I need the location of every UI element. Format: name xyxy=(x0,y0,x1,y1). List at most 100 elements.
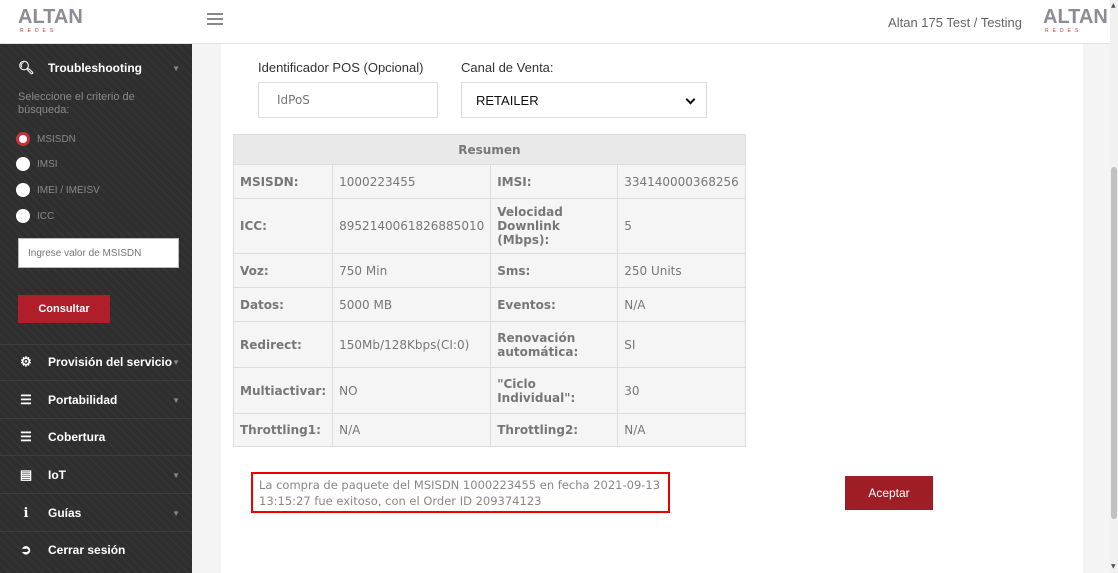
summary-table: Resumen MSISDN: 1000223455 IMSI: 3341400… xyxy=(232,134,746,447)
table-cell-key: Voz: xyxy=(232,253,334,288)
chevron-down-icon: ▼ xyxy=(172,357,180,367)
table-cell-value: N/A xyxy=(617,287,746,322)
sidebar-divider xyxy=(0,531,192,532)
page-scrollbar[interactable]: ▲ ▼ xyxy=(1110,0,1118,573)
logo-text-right: ALTAN xyxy=(1043,6,1108,28)
scrollbar-thumb[interactable] xyxy=(1111,167,1117,519)
altan-logo-right: ALTAN REDES xyxy=(1043,6,1108,38)
pos-label: Identificador POS (Opcional) xyxy=(258,60,424,75)
table-cell-value: 30 xyxy=(617,367,746,414)
search-icon: 🔍︎ xyxy=(18,60,35,75)
sidebar-item-portabilidad[interactable]: ☰ Portabilidad ▼ xyxy=(0,385,192,415)
sidebar-item-label: Guías xyxy=(48,506,82,520)
app-window: ALTAN REDES Altan 175 Test / Testing ALT… xyxy=(0,0,1118,573)
table-cell-value: 750 Min xyxy=(332,253,492,288)
table-cell-key: Redirect: xyxy=(232,321,334,368)
chevron-down-icon xyxy=(685,94,696,105)
table-cell-value: 150Mb/128Kbps(CI:0) xyxy=(332,321,492,368)
table-cell-key: Velocidad Downlink (Mbps): xyxy=(490,198,619,254)
logout-icon: ➲ xyxy=(20,542,32,557)
main-panel: Identificador POS (Opcional) Canal de Ve… xyxy=(221,44,1083,573)
scroll-up-icon[interactable]: ▲ xyxy=(1111,2,1116,9)
table-cell-value: 250 Units xyxy=(617,253,746,288)
radio-icon xyxy=(16,209,30,223)
radio-label: IMSI xyxy=(37,158,58,170)
table-cell-value: 1000223455 xyxy=(332,164,492,199)
radio-label: MSISDN xyxy=(37,133,76,145)
logo-subtext: REDES xyxy=(20,28,58,34)
table-cell-key: Sms: xyxy=(490,253,619,288)
table-row: ICC: 8952140061826885010 Velocidad Downl… xyxy=(232,198,746,254)
table-cell-value: 5000 MB xyxy=(332,287,492,322)
logo-subtext-right: REDES xyxy=(1045,28,1083,34)
sidebar-item-label: Cerrar sesión xyxy=(48,543,126,557)
gears-icon: ⚙ xyxy=(20,354,32,369)
radio-msisdn[interactable]: MSISDN xyxy=(16,132,76,146)
criteria-label: Seleccione el criterio de búsqueda: xyxy=(18,91,135,116)
sidebar-item-label: Provisión del servicio xyxy=(48,355,173,369)
table-cell-value: N/A xyxy=(617,413,746,447)
table-cell-key: Eventos: xyxy=(490,287,619,322)
table-cell-key: Throttling1: xyxy=(232,413,334,447)
radio-imsi[interactable]: IMSI xyxy=(16,157,58,171)
sidebar-divider xyxy=(0,493,192,494)
sidebar-item-iot[interactable]: ▤ IoT ▼ xyxy=(0,460,192,490)
radio-imei[interactable]: IMEI / IMEISV xyxy=(16,183,100,197)
pos-input[interactable] xyxy=(258,82,438,118)
table-cell-value: 334140000368256 xyxy=(617,164,746,199)
canal-selected-value: RETAILER xyxy=(476,92,539,108)
hamburger-menu-icon[interactable] xyxy=(207,13,223,27)
table-row: Throttling1: N/A Throttling2: N/A xyxy=(232,413,746,447)
radio-icon xyxy=(16,157,30,171)
radio-label: ICC xyxy=(37,210,55,222)
sidebar-item-logout[interactable]: ➲ Cerrar sesión xyxy=(0,535,192,565)
radio-icon xyxy=(16,183,30,197)
radio-icc[interactable]: ICC xyxy=(16,209,54,223)
sliders-icon: ☰ xyxy=(20,392,32,407)
info-icon: i xyxy=(23,505,29,521)
canal-select[interactable]: RETAILER xyxy=(461,82,707,118)
table-row: MSISDN: 1000223455 IMSI: 334140000368256 xyxy=(232,164,746,199)
sidebar-divider xyxy=(0,455,192,456)
table-cell-key: Datos: xyxy=(232,287,334,322)
top-bar: ALTAN REDES Altan 175 Test / Testing ALT… xyxy=(0,0,1110,44)
logo-text: ALTAN xyxy=(18,6,83,28)
chevron-down-icon: ▼ xyxy=(172,508,180,518)
sidebar-item-provision[interactable]: ⚙ Provisión del servicio ▼ xyxy=(0,347,192,377)
table-row: Multiactivar: NO "Ciclo Individual": 30 xyxy=(232,367,746,414)
sidebar-item-label: Portabilidad xyxy=(48,393,118,407)
chevron-down-icon: ▼ xyxy=(172,395,180,405)
sidebar-item-troubleshooting[interactable]: 🔍︎ Troubleshooting ▼ xyxy=(0,53,192,83)
canal-label: Canal de Venta: xyxy=(461,60,554,75)
sidebar-divider xyxy=(0,380,192,381)
radio-selected-icon xyxy=(16,132,30,146)
altan-logo[interactable]: ALTAN REDES xyxy=(18,6,83,38)
table-cell-value: N/A xyxy=(332,413,492,447)
table-cell-value: NO xyxy=(332,367,492,414)
sidebar-item-guias[interactable]: i Guías ▼ xyxy=(0,498,192,528)
user-label[interactable]: Altan 175 Test / Testing xyxy=(888,15,1022,30)
table-cell-value: SI xyxy=(617,321,746,368)
table-cell-key: Throttling2: xyxy=(490,413,619,447)
table-row: Voz: 750 Min Sms: 250 Units xyxy=(232,253,746,288)
table-cell-key: "Ciclo Individual": xyxy=(490,367,619,414)
summary-title: Resumen xyxy=(233,134,746,165)
sidebar-item-cobertura[interactable]: ☰ Cobertura xyxy=(0,422,192,452)
table-cell-key: IMSI: xyxy=(490,164,619,199)
sliders-icon: ☰ xyxy=(20,429,32,444)
table-cell-value: 8952140061826885010 xyxy=(332,198,492,254)
msisdn-input[interactable] xyxy=(18,238,179,268)
radio-label: IMEI / IMEISV xyxy=(37,184,100,196)
consultar-button[interactable]: Consultar xyxy=(18,295,110,323)
aceptar-button[interactable]: Aceptar xyxy=(845,476,933,510)
table-cell-key: Multiactivar: xyxy=(232,367,334,414)
scroll-down-icon[interactable]: ▼ xyxy=(1111,563,1116,570)
chevron-down-icon: ▼ xyxy=(172,63,180,73)
sidebar: 🔍︎ Troubleshooting ▼ Seleccione el crite… xyxy=(0,44,192,573)
success-message: La compra de paquete del MSISDN 10002234… xyxy=(251,472,670,513)
table-cell-key: MSISDN: xyxy=(232,164,334,199)
sidebar-item-label: Cobertura xyxy=(48,430,106,444)
sidebar-item-label: IoT xyxy=(48,468,66,482)
sidebar-divider xyxy=(0,418,192,419)
table-cell-value: 5 xyxy=(617,198,746,254)
